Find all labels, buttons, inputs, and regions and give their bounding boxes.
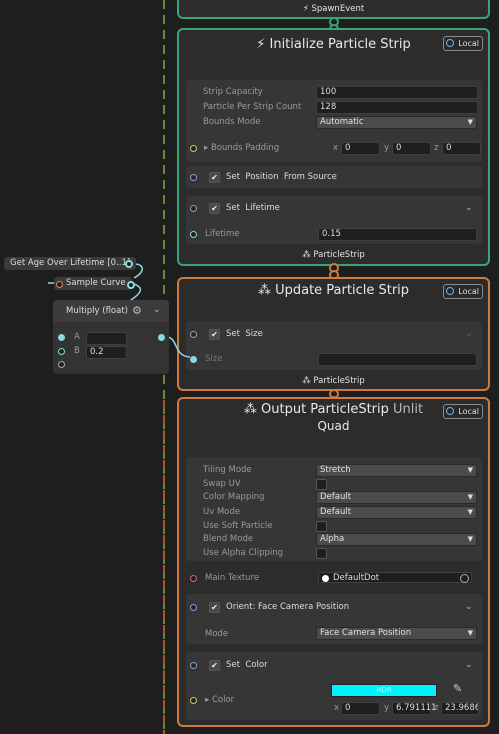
- chevron-down-icon[interactable]: ⌄: [153, 305, 161, 315]
- gear-icon[interactable]: ⚙: [132, 304, 142, 317]
- input-b-port[interactable]: [58, 348, 65, 355]
- input-a-port[interactable]: [58, 334, 65, 341]
- multiply-node[interactable]: Multiply (float) ⚙ ⌄ A B 0.2: [53, 300, 169, 374]
- input-b-label: B: [74, 346, 80, 356]
- input-a-field[interactable]: [86, 332, 127, 345]
- add-input-port[interactable]: [58, 361, 65, 368]
- curve-input-port[interactable]: [56, 281, 63, 288]
- multiply-output-port[interactable]: [158, 334, 165, 341]
- input-b-field[interactable]: 0.2: [86, 346, 127, 359]
- multiply-title: Multiply (float): [66, 306, 128, 316]
- get-age-node[interactable]: Get Age Over Lifetime [0..1]: [4, 257, 137, 270]
- sample-curve-label: Sample Curve: [66, 278, 126, 288]
- output-port[interactable]: [125, 260, 133, 268]
- sample-curve-node[interactable]: Sample Curve: [54, 277, 132, 290]
- output-port[interactable]: [127, 281, 135, 289]
- input-a-label: A: [74, 332, 80, 342]
